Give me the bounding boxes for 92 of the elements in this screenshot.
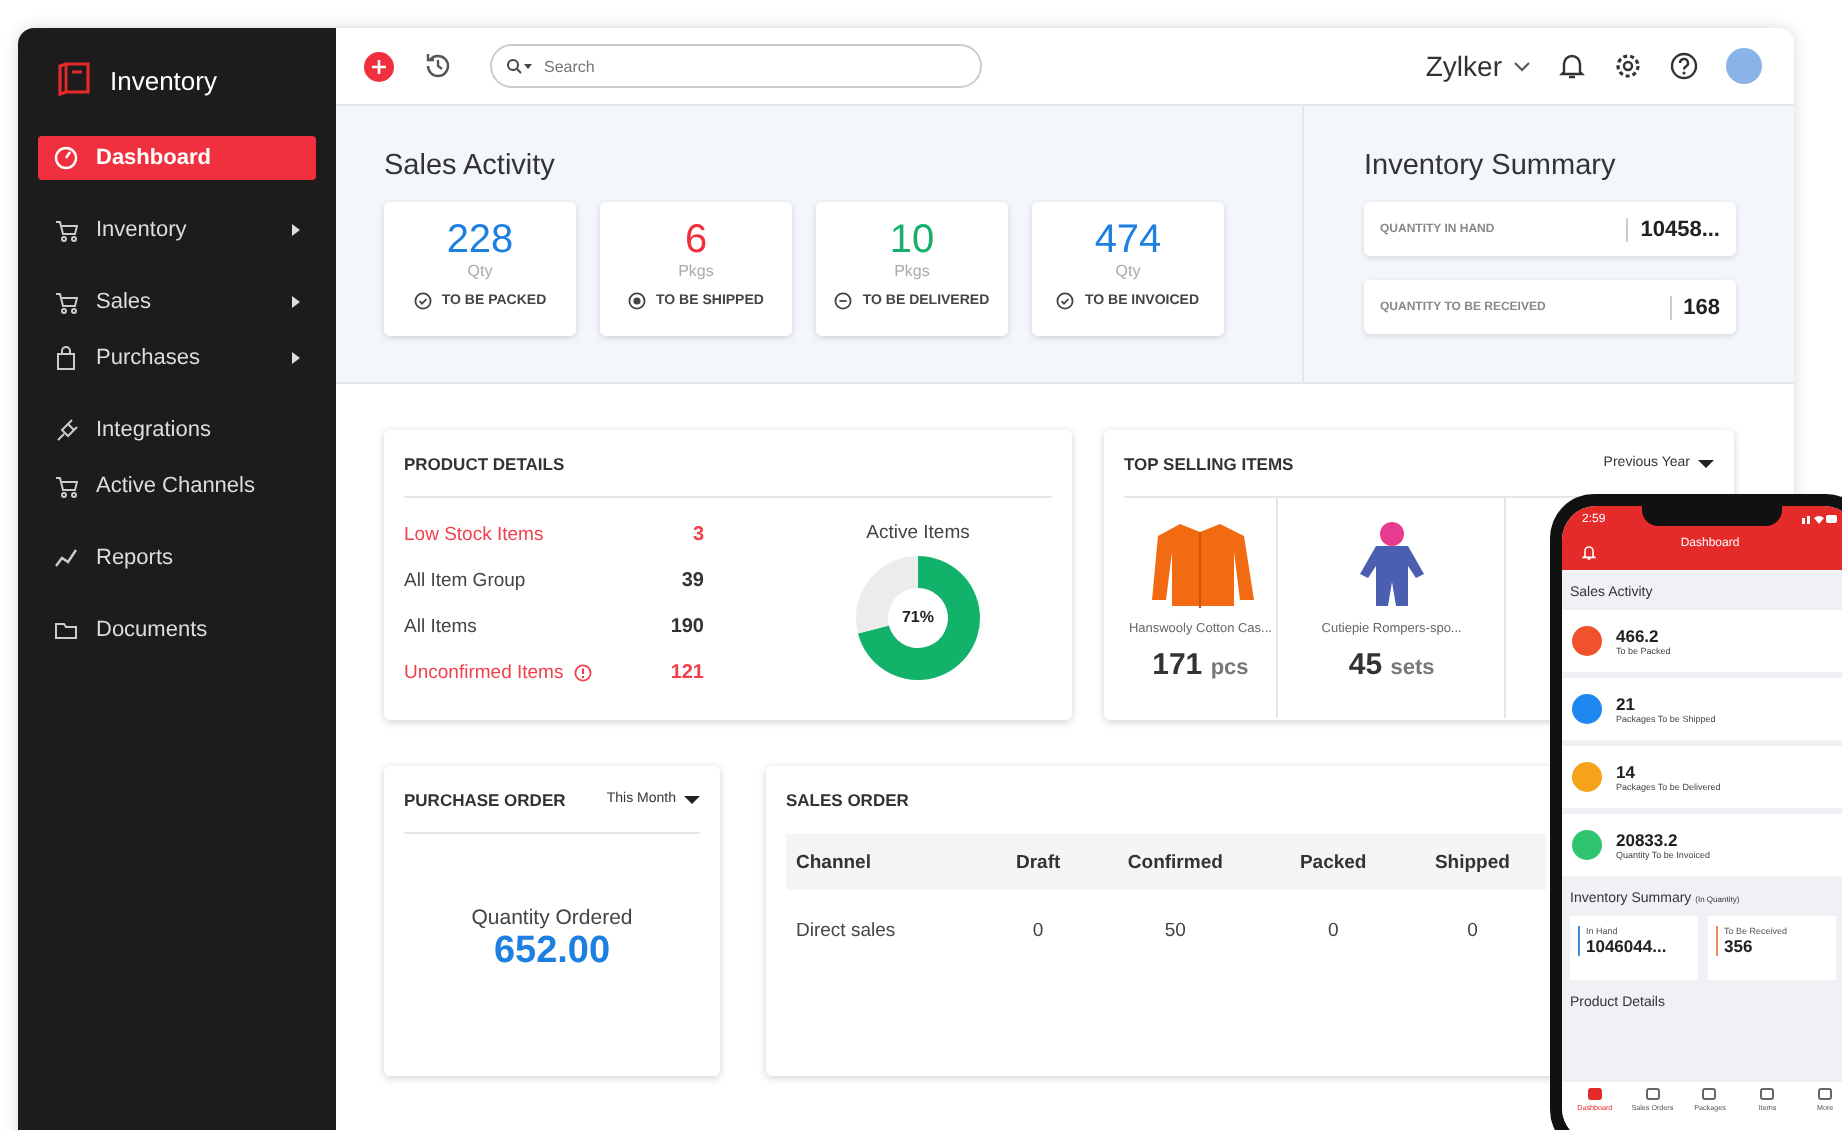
unit-label: Pkgs	[678, 262, 714, 280]
unit-label: Qty	[467, 262, 493, 280]
sidebar-item[interactable]: Inventory	[38, 208, 316, 252]
settings-icon[interactable]	[1614, 52, 1642, 80]
table-cell: 50	[1083, 890, 1268, 970]
search-field[interactable]: Search	[490, 44, 982, 88]
tab-icon	[1702, 1088, 1717, 1100]
tab-icon	[1760, 1088, 1775, 1100]
item-quantity: 171 pcs	[1152, 648, 1249, 682]
chevron-down-icon	[1514, 61, 1530, 71]
table-cell: Direct sales	[786, 890, 994, 970]
detail-value: 190	[670, 616, 704, 638]
tab-icon	[1587, 1088, 1602, 1100]
caret-icon	[684, 795, 700, 803]
table-cell: 0	[993, 890, 1084, 970]
active-slice	[857, 556, 980, 680]
sidebar-item[interactable]: Documents	[38, 608, 316, 652]
donut-percentage: 71%	[899, 608, 936, 628]
shopping-bag-icon	[54, 346, 78, 370]
phone-notch	[1642, 506, 1782, 526]
activity-count: 474	[1094, 218, 1162, 262]
chart-title: Active Items	[866, 522, 970, 544]
submenu-arrow-icon	[292, 352, 300, 364]
folder-icon	[54, 618, 78, 642]
detail-label[interactable]: Unconfirmed Items	[404, 662, 564, 684]
table-cell: 0	[1398, 890, 1546, 970]
sidebar-item[interactable]: Sales	[38, 280, 316, 324]
tab-icon	[1818, 1088, 1833, 1100]
cart-icon	[54, 474, 78, 498]
sidebar-item[interactable]: Reports	[38, 536, 316, 580]
detail-label[interactable]: All Item Group	[404, 570, 526, 592]
submenu-arrow-icon	[292, 224, 300, 236]
history-icon[interactable]	[422, 50, 454, 82]
submenu-arrow-icon	[292, 296, 300, 308]
card-title: TOP SELLING ITEMS	[1124, 453, 1294, 473]
search-icon	[506, 58, 532, 74]
card-title: SALES ORDER	[786, 790, 909, 810]
summary-value: 356	[1724, 936, 1755, 956]
table-cell: 0	[1267, 890, 1399, 970]
gauge-icon	[54, 146, 78, 170]
activity-count: 10	[889, 218, 935, 262]
detail-label[interactable]: All Items	[404, 616, 477, 638]
unit-label: Qty	[1115, 262, 1141, 280]
activity-count: 6	[684, 218, 708, 262]
item-quantity: 45 sets	[1348, 648, 1435, 682]
summary-value: 1046044...	[1586, 936, 1669, 956]
check-circle-icon	[413, 292, 432, 310]
column-header: Packed	[1267, 834, 1399, 890]
activity-count: 21	[1616, 694, 1637, 714]
summary-value: 168	[1669, 295, 1720, 319]
activity-count: 14	[1616, 762, 1637, 782]
check-circle-icon	[1056, 292, 1075, 310]
sidebar-item[interactable]: Integrations	[38, 408, 316, 452]
detail-value: 39	[681, 570, 704, 592]
signal-battery-icon	[1802, 514, 1838, 524]
dot-circle-icon	[628, 292, 647, 310]
column-header: Shipped	[1398, 834, 1546, 890]
card-title: PRODUCT DETAILS	[404, 453, 565, 473]
app-name: Inventory	[110, 65, 217, 95]
activity-count: 466.2	[1616, 626, 1661, 646]
help-icon[interactable]	[1670, 52, 1698, 80]
tab-icon	[1645, 1088, 1660, 1100]
bell-icon[interactable]	[1558, 52, 1586, 80]
book-logo-icon	[54, 60, 94, 100]
unit-label: Pkgs	[894, 262, 930, 280]
sidebar-item[interactable]: Purchases	[38, 336, 316, 380]
plus-icon	[372, 59, 386, 73]
activity-count: 228	[446, 218, 514, 262]
section-title: Inventory Summary	[1364, 150, 1618, 182]
cart-icon	[54, 218, 78, 242]
activity-count: 20833.2	[1616, 830, 1680, 850]
cart-icon	[54, 290, 78, 314]
quantity-value: 652.00	[493, 930, 611, 974]
detail-value: 121	[670, 662, 704, 684]
sidebar-item[interactable]: Dashboard	[38, 136, 316, 180]
card-title: PURCHASE ORDER	[404, 789, 566, 809]
trend-chart-icon	[54, 546, 78, 570]
detail-value: 3	[692, 524, 704, 546]
minus-circle-icon	[834, 292, 853, 310]
add-button[interactable]	[364, 51, 394, 81]
detail-label[interactable]: Low Stock Items	[404, 524, 544, 546]
sidebar-item[interactable]: Active Channels	[38, 464, 316, 508]
section-title: Sales Activity	[384, 150, 557, 182]
caret-icon	[1698, 459, 1714, 467]
quantity-label: Quantity Ordered	[471, 906, 633, 930]
column-header: Draft	[993, 834, 1084, 890]
organization-switcher[interactable]: Zylker	[1425, 50, 1530, 82]
column-header: Channel	[786, 834, 994, 890]
column-header: Confirmed	[1083, 834, 1268, 890]
exclamation-circle-icon	[573, 664, 592, 682]
summary-value: 10458...	[1626, 217, 1720, 241]
plug-icon	[54, 418, 78, 442]
